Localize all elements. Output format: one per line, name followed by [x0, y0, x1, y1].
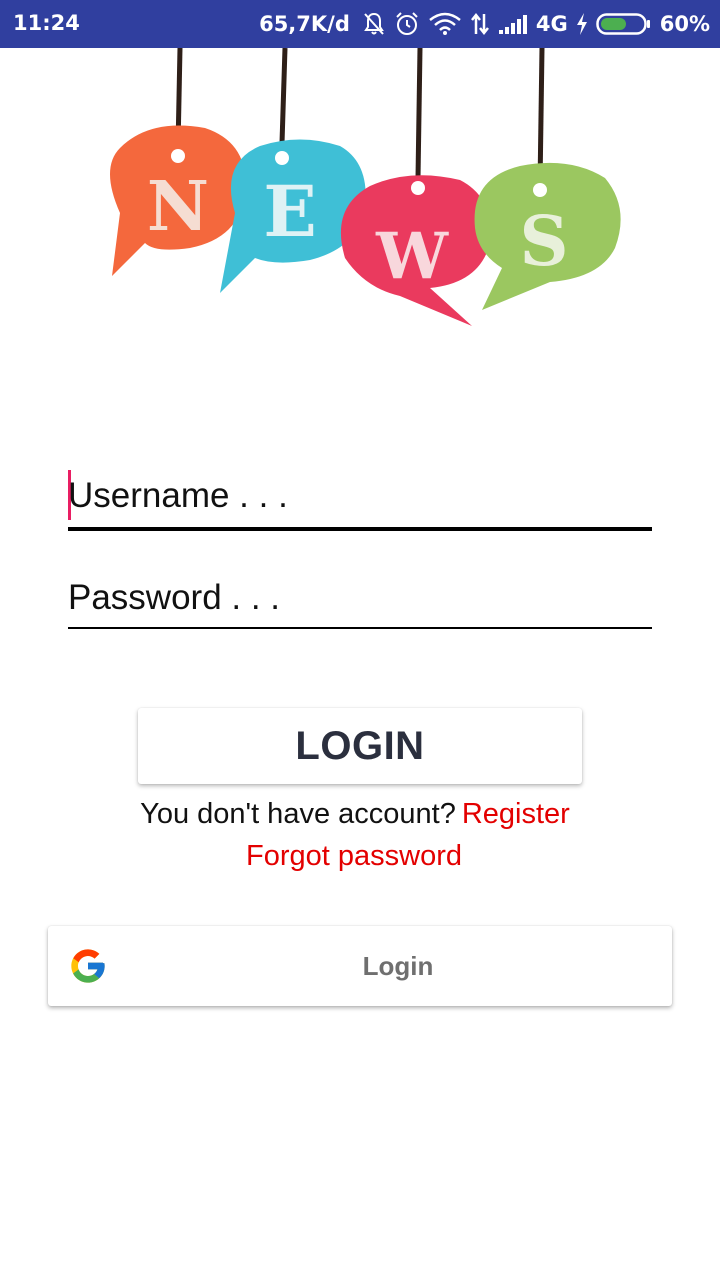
- battery-icon: [595, 12, 652, 36]
- logo-bubble-n: N: [110, 125, 246, 276]
- google-login-label: Login: [362, 950, 434, 981]
- wifi-icon: [428, 12, 462, 36]
- forgot-password-label[interactable]: Forgot password: [246, 840, 462, 872]
- forgot-password-link: Forgot password: [0, 840, 708, 873]
- status-icons: 65,7K/d 4G 60%: [259, 0, 710, 48]
- data-transfer-icon: [470, 12, 490, 36]
- username-underline: [68, 527, 652, 531]
- battery-percent: 60%: [659, 12, 710, 36]
- svg-text:N: N: [147, 167, 209, 247]
- notifications-off-icon: [362, 11, 386, 37]
- register-link[interactable]: Register: [462, 798, 570, 830]
- username-field[interactable]: Username . . .: [68, 470, 652, 532]
- username-placeholder: Username . . .: [68, 476, 288, 515]
- alarm-icon: [394, 11, 420, 37]
- status-time: 11:24: [13, 11, 80, 35]
- signal-icon: [498, 13, 528, 35]
- no-account-text: You don't have account?: [140, 798, 456, 830]
- news-logo: N E W S: [100, 47, 630, 338]
- status-bar: 11:24 65,7K/d 4G 60%: [0, 0, 720, 48]
- svg-text:W: W: [375, 219, 449, 294]
- network-type: 4G: [535, 12, 568, 36]
- logo-bubble-w: W: [340, 175, 491, 326]
- google-login-button[interactable]: Login: [48, 926, 672, 1006]
- logo-bubble-s: S: [474, 162, 621, 310]
- login-button[interactable]: LOGIN: [138, 708, 582, 784]
- svg-text:E: E: [263, 170, 316, 253]
- svg-text:S: S: [519, 202, 568, 282]
- password-underline: [68, 627, 652, 629]
- register-prompt: You don't have account? Register: [0, 798, 710, 831]
- charging-icon: [576, 13, 588, 35]
- password-placeholder: Password . . .: [68, 578, 281, 617]
- network-speed: 65,7K/d: [259, 12, 350, 36]
- password-field[interactable]: Password . . .: [68, 572, 652, 632]
